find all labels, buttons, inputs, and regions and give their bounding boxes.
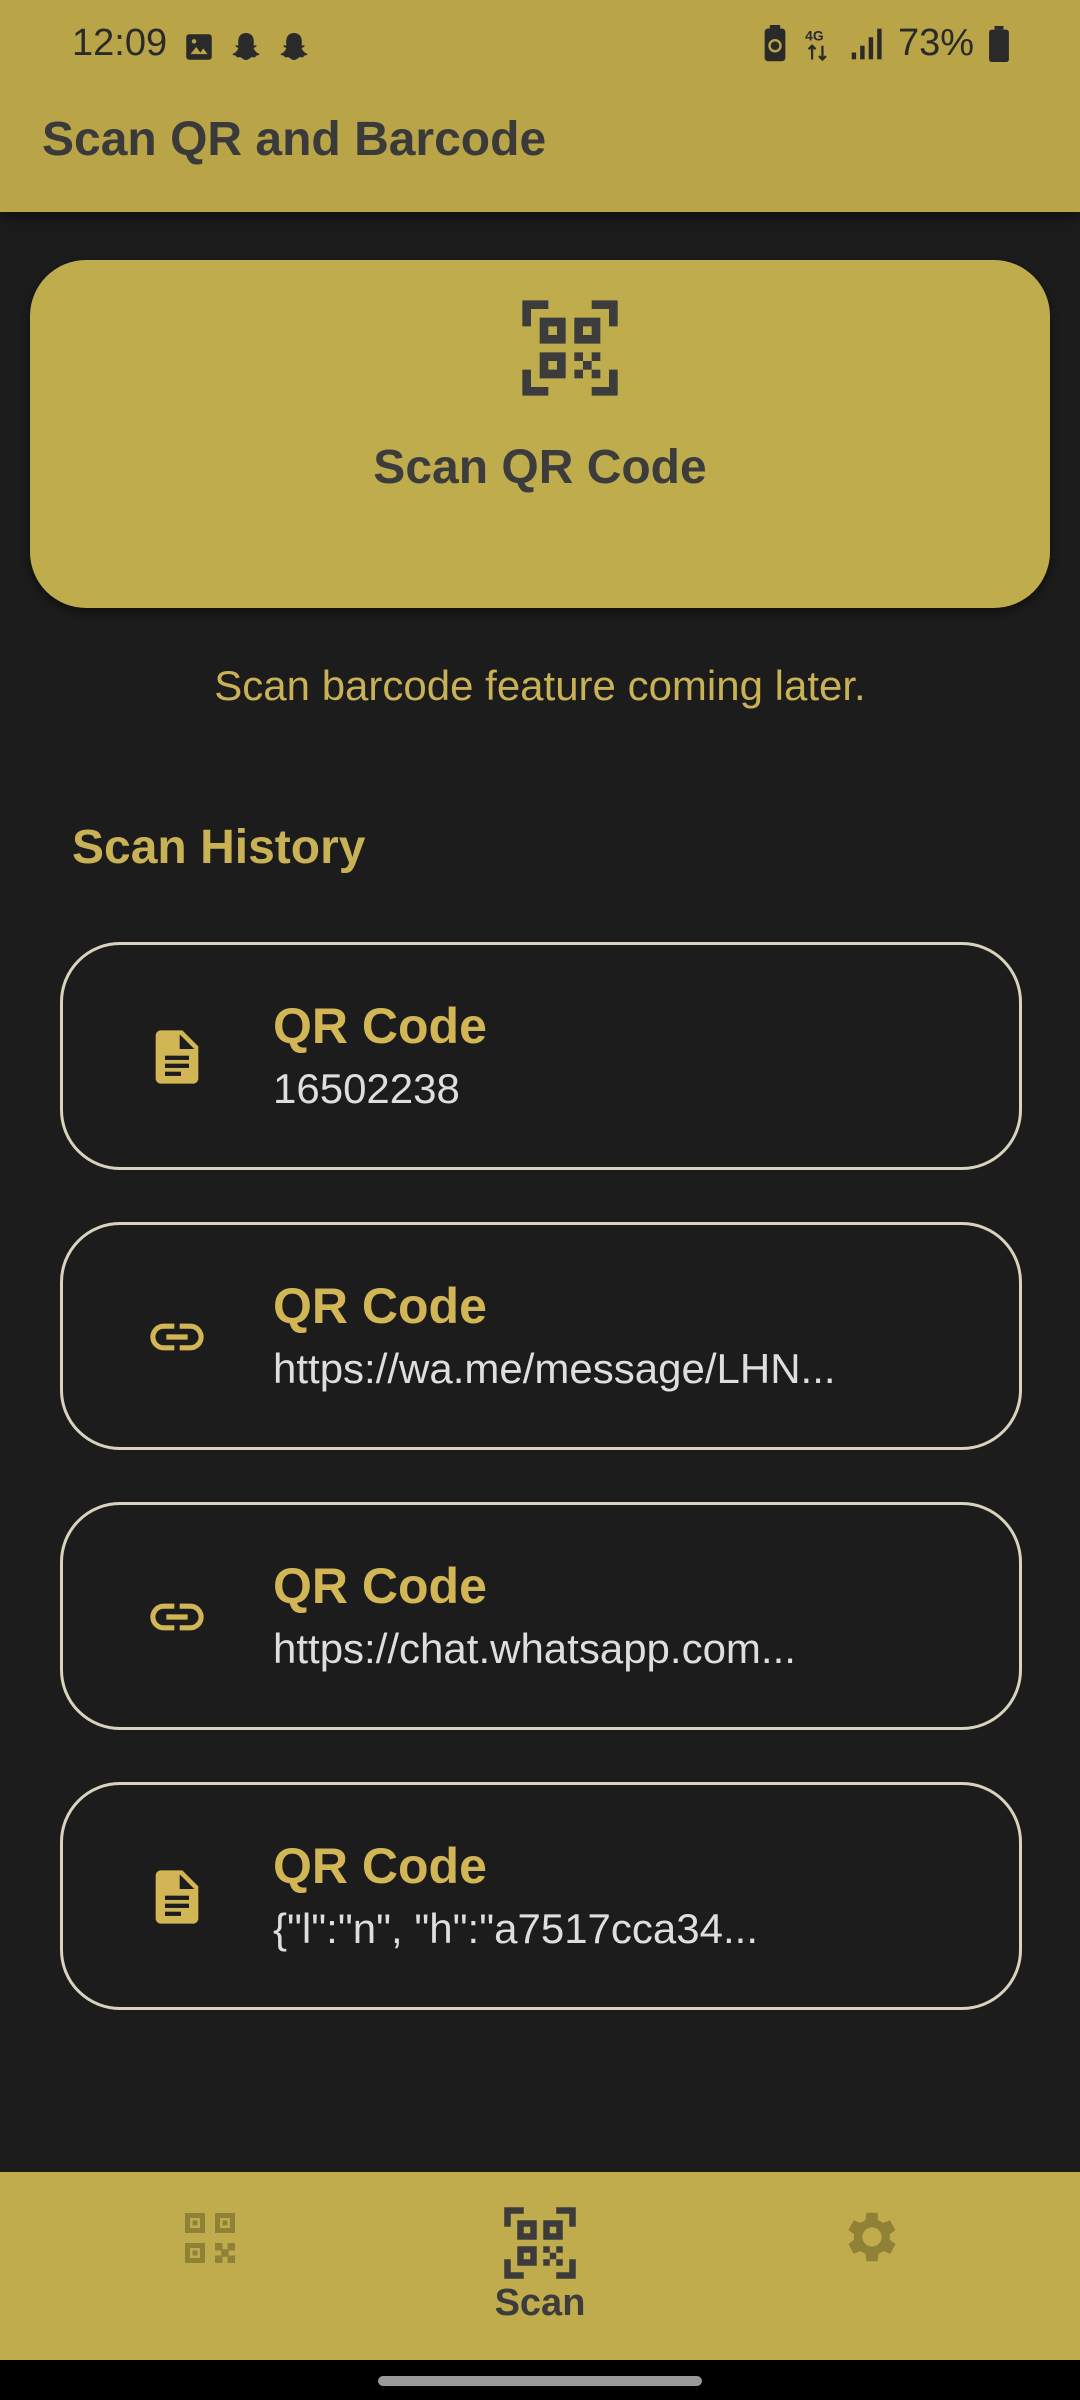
page-title: Scan QR and Barcode bbox=[42, 113, 547, 166]
system-navigation-area bbox=[0, 2360, 1080, 2400]
4g-data-icon: 4G bbox=[805, 27, 827, 61]
nav-item-scan[interactable]: Scan bbox=[440, 2172, 640, 2360]
qr-scanner-icon bbox=[504, 2207, 576, 2279]
barcode-notice: Scan barcode feature coming later. bbox=[214, 662, 866, 709]
notification-icons bbox=[182, 30, 312, 66]
nav-label: Scan bbox=[494, 2282, 586, 2324]
scan-history-heading: Scan History bbox=[72, 821, 366, 874]
battery-saver-icon bbox=[764, 24, 786, 61]
qr-code-icon bbox=[185, 2213, 235, 2263]
history-item-value: https://chat.whatsapp.com... bbox=[273, 1625, 796, 1672]
document-icon bbox=[155, 1870, 199, 1924]
signal-icon bbox=[851, 28, 882, 59]
qr-scanner-icon bbox=[522, 300, 618, 396]
status-time: 12:09 bbox=[72, 22, 168, 64]
image-icon bbox=[186, 34, 212, 60]
scan-history-list: QR Code 16502238 QR Code https://wa.me/m… bbox=[60, 942, 1022, 2062]
snapchat-icon bbox=[232, 33, 260, 60]
link-icon bbox=[150, 1323, 204, 1351]
nav-item-generate[interactable] bbox=[110, 2172, 310, 2360]
history-item[interactable]: QR Code {"l":"n", "h":"a7517cca34... bbox=[60, 1782, 1022, 2010]
scan-qr-button[interactable]: Scan QR Code bbox=[30, 260, 1050, 608]
scan-qr-label: Scan QR Code bbox=[373, 441, 707, 494]
history-item[interactable]: QR Code https://wa.me/message/LHN... bbox=[60, 1222, 1022, 1450]
bottom-navigation: Scan bbox=[0, 2172, 1080, 2360]
gesture-handle[interactable] bbox=[378, 2376, 702, 2386]
link-icon bbox=[150, 1603, 204, 1631]
gear-icon bbox=[848, 2212, 896, 2262]
history-item-type: QR Code bbox=[273, 998, 487, 1054]
status-bar: 12:09 4G 73% bbox=[0, 0, 1080, 96]
system-indicators: 4G 73% bbox=[762, 22, 1010, 65]
svg-text:4G: 4G bbox=[805, 27, 823, 43]
snapchat-icon bbox=[280, 33, 308, 60]
document-icon bbox=[155, 1030, 199, 1084]
history-item-value: {"l":"n", "h":"a7517cca34... bbox=[273, 1905, 758, 1952]
history-item-value: https://wa.me/message/LHN... bbox=[273, 1345, 836, 1392]
battery-icon bbox=[989, 25, 1009, 62]
top-app-bar: 12:09 4G 73% Scan QR and Barcode bbox=[0, 0, 1080, 212]
history-item[interactable]: QR Code 16502238 bbox=[60, 942, 1022, 1170]
history-item-value: 16502238 bbox=[273, 1065, 460, 1112]
history-item-type: QR Code bbox=[273, 1838, 487, 1894]
battery-percentage: 73% bbox=[897, 22, 974, 64]
nav-item-settings[interactable] bbox=[772, 2172, 972, 2360]
history-item-type: QR Code bbox=[273, 1278, 487, 1334]
history-item-type: QR Code bbox=[273, 1558, 487, 1614]
history-item[interactable]: QR Code https://chat.whatsapp.com... bbox=[60, 1502, 1022, 1730]
